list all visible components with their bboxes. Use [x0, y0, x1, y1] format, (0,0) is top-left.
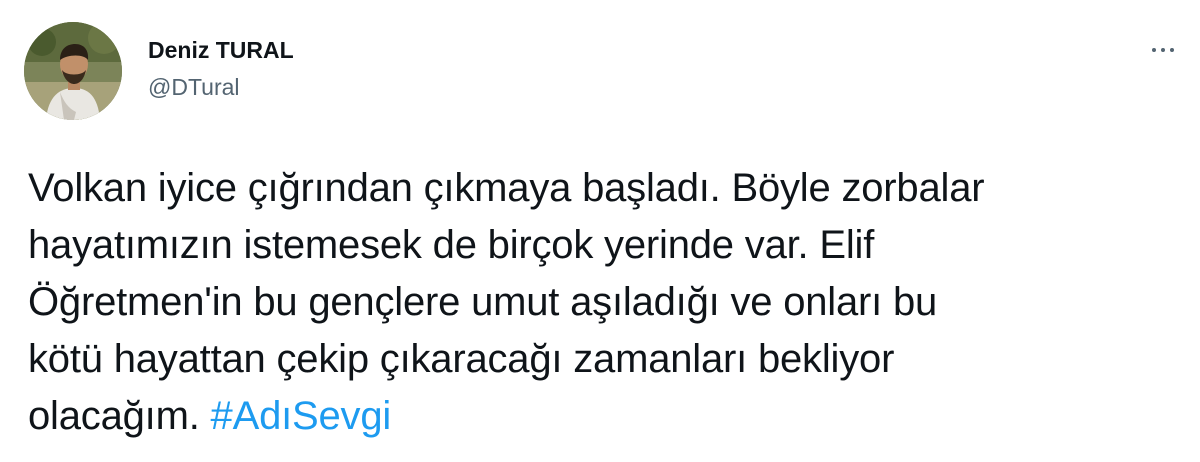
- more-dot: [1152, 48, 1156, 52]
- author-block: Deniz TURAL @DTural: [148, 36, 294, 101]
- author-display-name[interactable]: Deniz TURAL: [148, 36, 294, 64]
- tweet-text-line: Öğretmen'in bu gençlere umut aşıladığı v…: [28, 280, 938, 324]
- more-options-button[interactable]: [1146, 40, 1180, 60]
- more-dot: [1161, 48, 1165, 52]
- tweet-text-last: olacağım.: [28, 394, 211, 438]
- tweet-text-line: Volkan iyice çığrından çıkmaya başladı. …: [28, 166, 985, 210]
- author-handle[interactable]: @DTural: [148, 73, 294, 101]
- avatar-photo: [24, 22, 122, 120]
- more-dot: [1170, 48, 1174, 52]
- tweet-text-line: kötü hayattan çekip çıkaracağı zamanları…: [28, 337, 895, 381]
- hashtag-link[interactable]: #AdıSevgi: [211, 394, 392, 438]
- more-horizontal-icon: [1152, 48, 1174, 52]
- tweet-text-line: olacağım. #AdıSevgi: [28, 388, 1178, 445]
- tweet-text: Volkan iyice çığrından çıkmaya başladı. …: [28, 160, 1178, 445]
- tweet-text-line: hayatımızın istemesek de birçok yerinde …: [28, 223, 875, 267]
- author-avatar[interactable]: [24, 22, 122, 120]
- tweet-card: Deniz TURAL @DTural Volkan iyice çığrınd…: [0, 0, 1200, 462]
